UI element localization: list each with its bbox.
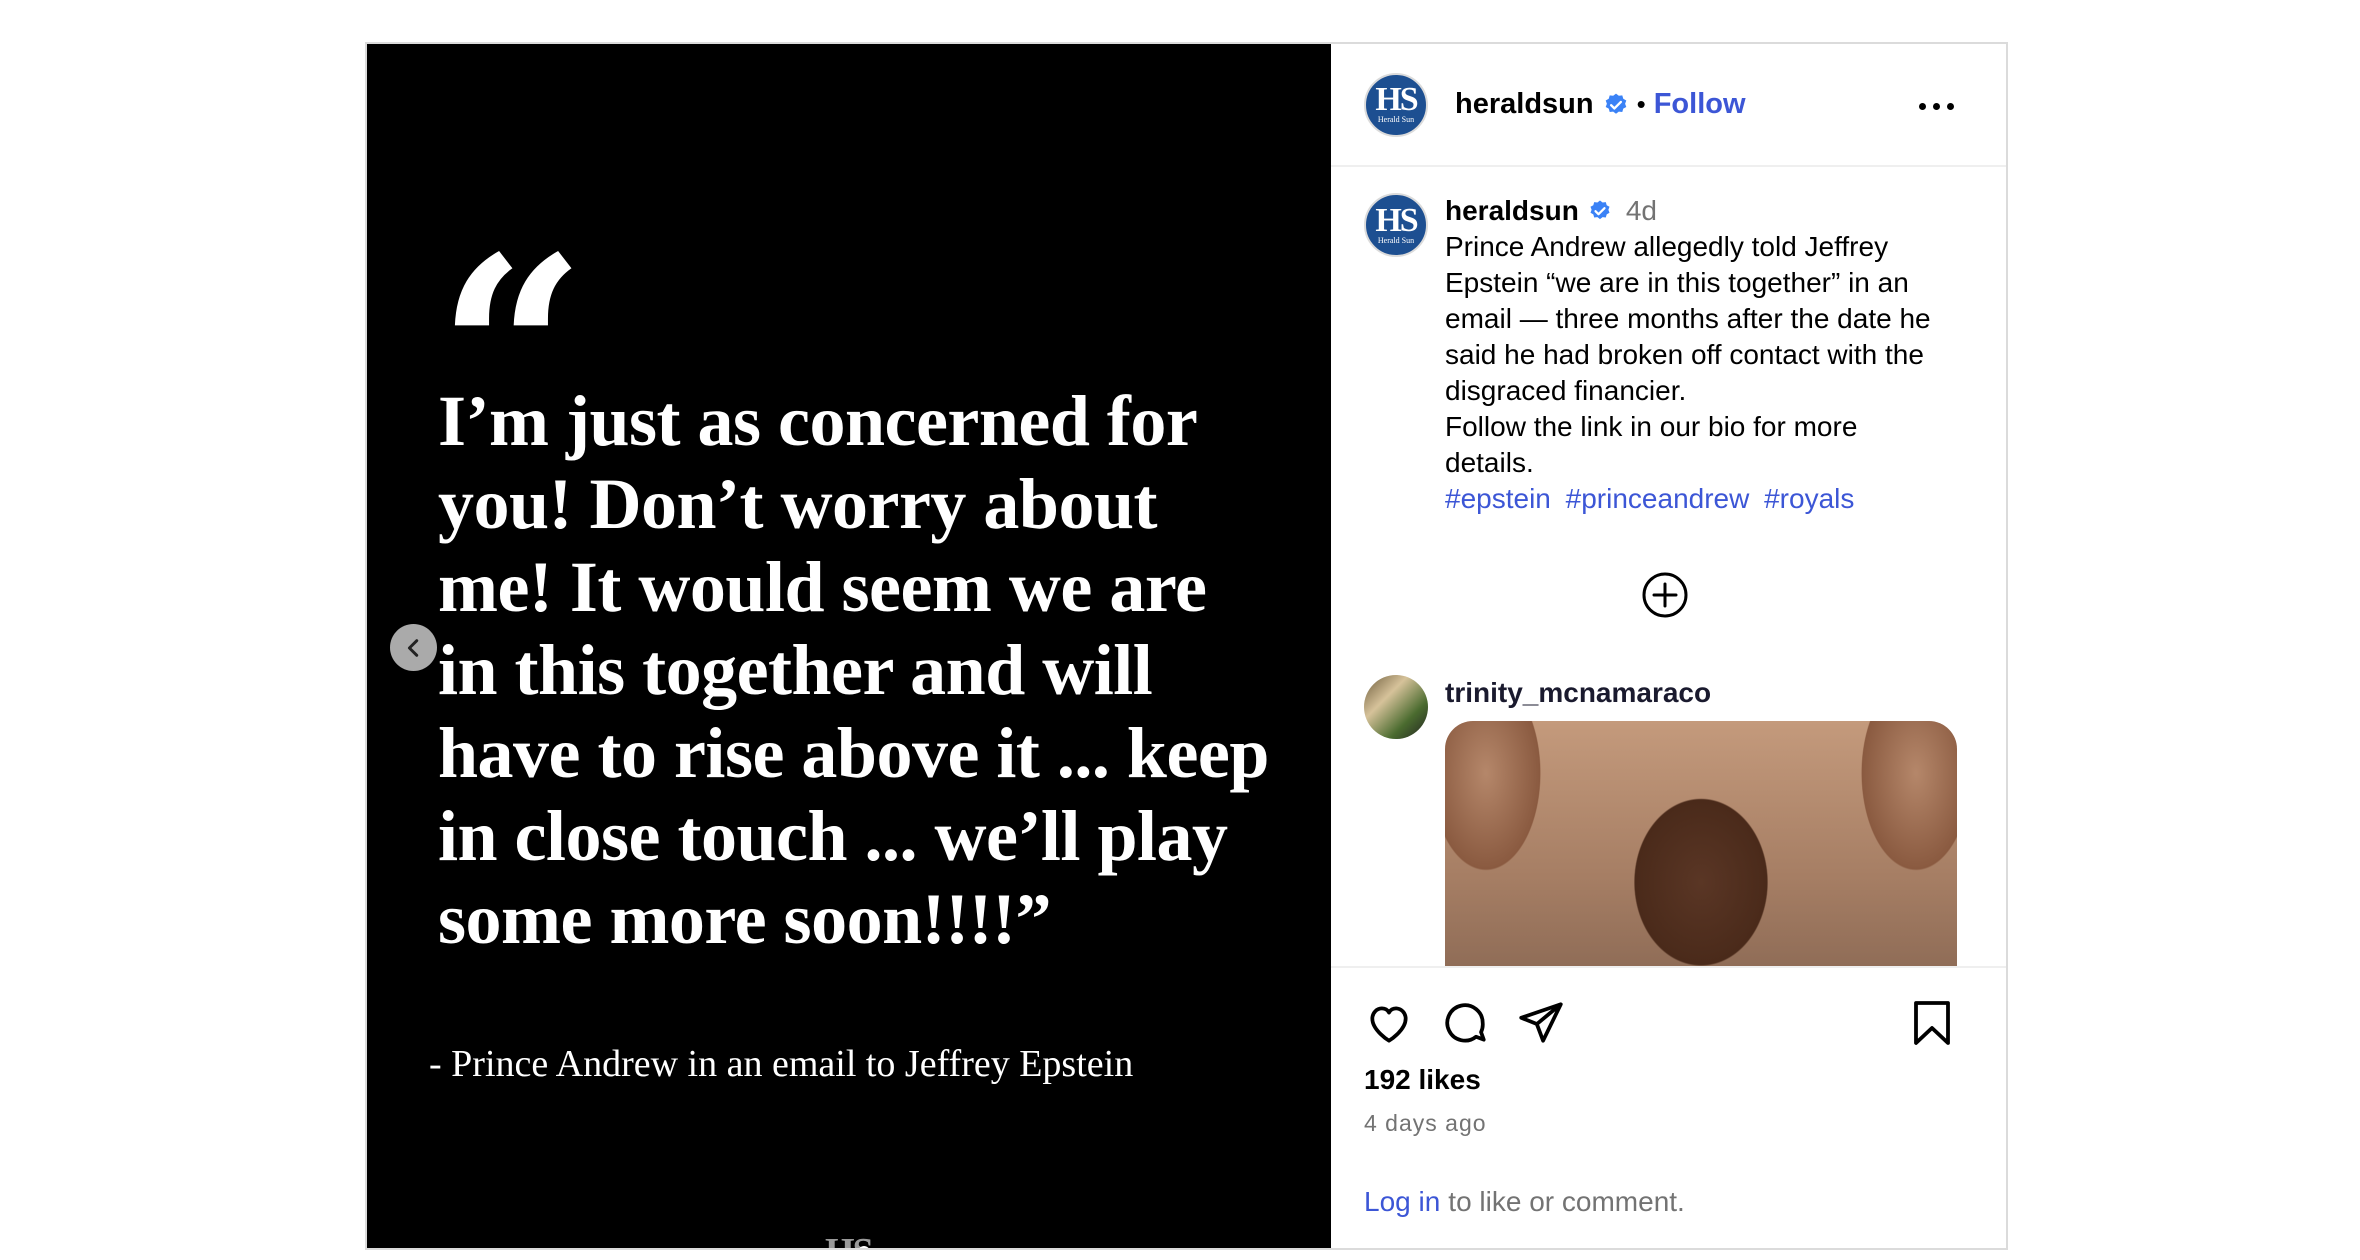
quote-attribution: - Prince Andrew in an email to Jeffrey E… bbox=[429, 1043, 1134, 1085]
caption-line: email — three months after the date he bbox=[1445, 303, 1931, 334]
follow-button[interactable]: Follow bbox=[1654, 88, 1746, 121]
likes-count[interactable]: 192 likes bbox=[1364, 1064, 1481, 1096]
post-time-ago[interactable]: 4 days ago bbox=[1364, 1110, 1487, 1137]
caption-text: Prince Andrew allegedly told Jeffrey Eps… bbox=[1445, 229, 1966, 481]
heart-icon[interactable] bbox=[1364, 998, 1414, 1048]
share-icon[interactable] bbox=[1516, 998, 1566, 1048]
post-header: HS Herald Sun heraldsun • Follow bbox=[1331, 44, 2006, 167]
login-link[interactable]: Log in bbox=[1364, 1186, 1440, 1218]
comment-icon[interactable] bbox=[1440, 998, 1490, 1048]
chevron-left-icon bbox=[407, 638, 418, 657]
caption-line: disgraced financier. bbox=[1445, 375, 1687, 406]
quote-text: I’m just as concerned for you! Don’t wor… bbox=[438, 381, 1269, 959]
comments-section[interactable]: HS Herald Sun heraldsun 4d Prince Andrew… bbox=[1331, 167, 2006, 966]
more-options-button[interactable] bbox=[1919, 86, 1954, 126]
comment-body: trinity_mcnamaraco bbox=[1445, 675, 1957, 966]
caption-line: Epstein “we are in this together” in an bbox=[1445, 267, 1909, 298]
caption-line: said he had broken off contact with the bbox=[1445, 339, 1924, 370]
login-prompt: Log in to like or comment. bbox=[1331, 1156, 2006, 1248]
login-prompt-text: to like or comment. bbox=[1448, 1186, 1685, 1217]
avatar-logo-text: HS bbox=[1375, 81, 1418, 118]
hashtag-link[interactable]: #epstein bbox=[1445, 483, 1551, 514]
verified-badge-icon bbox=[1603, 92, 1629, 118]
header-username[interactable]: heraldsun bbox=[1455, 88, 1594, 121]
load-more-comments-button[interactable] bbox=[1641, 571, 1689, 619]
avatar[interactable]: HS Herald Sun bbox=[1364, 72, 1428, 137]
post-sidebar: HS Herald Sun heraldsun • Follow HS Hera… bbox=[1331, 44, 2006, 1248]
hashtags: #epstein #princeandrew #royals bbox=[1445, 481, 1966, 517]
caption-line: Follow the link in our bio for more bbox=[1445, 411, 1858, 442]
header-separator: • bbox=[1636, 89, 1646, 119]
caption-username[interactable]: heraldsun bbox=[1445, 193, 1579, 229]
caption-time[interactable]: 4d bbox=[1626, 193, 1657, 229]
comment-item: trinity_mcnamaraco bbox=[1364, 675, 1966, 966]
plus-circle-icon bbox=[1642, 572, 1688, 618]
post-actions: 192 likes 4 days ago bbox=[1331, 966, 2006, 1156]
commenter-username[interactable]: trinity_mcnamaraco bbox=[1445, 675, 1957, 711]
commenter-avatar[interactable] bbox=[1364, 675, 1428, 739]
hashtag-link[interactable]: #royals bbox=[1764, 483, 1854, 514]
caption-line: Prince Andrew allegedly told Jeffrey bbox=[1445, 231, 1889, 262]
verified-badge-icon bbox=[1588, 199, 1612, 223]
more-dot-icon bbox=[1947, 102, 1954, 110]
action-icons bbox=[1364, 998, 1566, 1048]
caption-body: heraldsun 4d Prince Andrew allegedly tol… bbox=[1445, 193, 1966, 517]
comment-gif-image[interactable] bbox=[1445, 721, 1957, 966]
caption-avatar[interactable]: HS Herald Sun bbox=[1364, 193, 1428, 257]
more-dot-icon bbox=[1933, 102, 1940, 110]
post-caption: HS Herald Sun heraldsun 4d Prince Andrew… bbox=[1364, 193, 1966, 517]
caption-line: details. bbox=[1445, 447, 1534, 478]
carousel-prev-button[interactable] bbox=[390, 624, 437, 671]
avatar-logo-subtext: Herald Sun bbox=[1377, 115, 1415, 124]
caption-head: heraldsun 4d bbox=[1445, 193, 1966, 229]
avatar-logo-subtext: Herald Sun bbox=[1377, 235, 1415, 245]
hashtag-link[interactable]: #princeandrew bbox=[1566, 483, 1750, 514]
avatar-logo-text: HS bbox=[1375, 201, 1418, 239]
more-dot-icon bbox=[1919, 102, 1926, 110]
post-container: “ I’m just as concerned for you! Don’t w… bbox=[365, 42, 2008, 1250]
bookmark-icon[interactable] bbox=[1910, 998, 1954, 1048]
post-media[interactable]: “ I’m just as concerned for you! Don’t w… bbox=[367, 44, 1331, 1248]
